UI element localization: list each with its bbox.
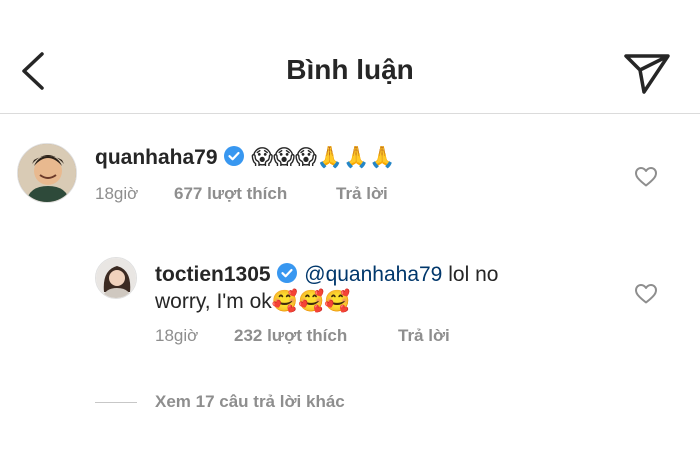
comment-text: quanhaha79 😱😱😱🙏🙏🙏 (95, 144, 575, 171)
reply-button[interactable]: Trả lời (336, 184, 388, 204)
reply-meta: 18giờ 232 lượt thích Trả lời (155, 326, 555, 350)
reply-emojis: 🥰🥰🥰 (271, 289, 351, 313)
send-icon (624, 54, 670, 94)
comment-meta: 18giờ 677 lượt thích Trả lời (95, 184, 495, 208)
avatar[interactable] (17, 143, 77, 203)
likes-count[interactable]: 232 lượt thích (234, 326, 347, 346)
reply-text-part2: worry, I'm ok (155, 290, 272, 313)
share-button[interactable] (620, 48, 674, 98)
comment-item: quanhaha79 😱😱😱🙏🙏🙏 18giờ 677 lượt thích T… (0, 114, 700, 224)
like-button[interactable] (634, 165, 658, 189)
like-button[interactable] (634, 282, 658, 306)
page-title: Bình luận (286, 54, 414, 85)
username[interactable]: quanhaha79 (95, 146, 218, 169)
verified-icon (277, 263, 298, 283)
view-more-label[interactable]: Xem 17 câu trả lời khác (155, 392, 345, 412)
username[interactable]: toctien1305 (155, 263, 271, 286)
header-bar: Bình luận (0, 0, 700, 114)
reply-text-part1: lol no (448, 263, 499, 286)
reply-item: toctien1305 @quanhaha79 lol no worry, I'… (0, 240, 700, 360)
verified-icon (224, 146, 245, 166)
comment-emojis: 😱😱😱🙏🙏🙏 (251, 145, 396, 169)
mention-link[interactable]: @quanhaha79 (304, 263, 442, 286)
avatar[interactable] (95, 257, 137, 299)
likes-count[interactable]: 677 lượt thích (174, 184, 287, 204)
reply-text: toctien1305 @quanhaha79 lol no worry, I'… (155, 261, 595, 315)
heart-icon (635, 167, 657, 187)
reply-button[interactable]: Trả lời (398, 326, 450, 346)
timestamp: 18giờ (155, 326, 199, 345)
avatar-photo (96, 258, 136, 298)
heart-icon (635, 284, 657, 304)
timestamp: 18giờ (95, 184, 139, 203)
avatar-photo (18, 144, 76, 202)
divider (95, 402, 137, 403)
